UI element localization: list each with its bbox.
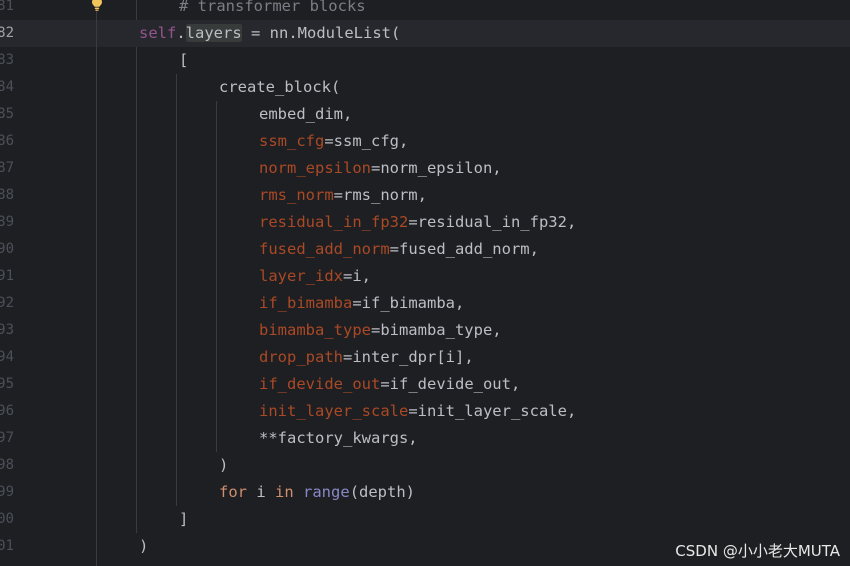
code-line[interactable]: for i in range(depth) [219,479,415,506]
line-number[interactable]: 83 [0,47,14,74]
code-line[interactable]: residual_in_fp32=residual_in_fp32, [259,209,576,236]
indent-guide [136,47,137,533]
code-token: =init_layer_scale, [408,402,577,420]
line-number[interactable]: 81 [0,0,14,20]
line-number[interactable]: 97 [0,425,14,452]
csdn-watermark: CSDN @小小老大MUTA [675,542,840,560]
code-token: =inter_dpr[i], [343,348,474,366]
code-token: =fused_add_norm, [389,240,539,258]
code-line[interactable]: if_bimamba=if_bimamba, [259,290,464,317]
lightbulb-icon[interactable] [90,0,104,12]
code-token: bimamba_type [259,321,371,339]
code-token: =norm_epsilon, [370,159,502,177]
code-token: ) [139,537,149,555]
code-line[interactable]: init_layer_scale=init_layer_scale, [259,398,576,425]
code-token: ) [219,456,229,474]
code-token: init_layer_scale [259,402,409,420]
code-token: **factory_kwargs, [259,429,418,447]
code-token: create_block( [219,78,341,96]
line-number[interactable]: 100 [0,506,14,533]
code-token: =i, [343,267,371,285]
code-token: rms_norm [259,186,334,204]
code-line[interactable]: # transformer blocks [179,0,366,20]
code-line[interactable]: norm_epsilon=norm_epsilon, [259,155,502,182]
code-token: layers [185,24,242,42]
line-number[interactable]: 94 [0,344,14,371]
line-number[interactable]: 89 [0,209,14,236]
line-number[interactable]: 101 [0,533,14,560]
code-token: = nn.ModuleList( [241,24,401,42]
code-token: embed_dim, [259,105,353,123]
line-number[interactable]: 95 [0,371,14,398]
code-token: layer_idx [259,267,343,285]
code-token: residual_in_fp32 [259,213,409,231]
code-line[interactable]: drop_path=inter_dpr[i], [259,344,474,371]
line-number[interactable]: 99 [0,479,14,506]
code-line[interactable]: self.layers = nn.ModuleList( [139,20,400,47]
code-token: (depth) [349,483,416,501]
line-number[interactable]: 82 [0,20,14,47]
code-token: =residual_in_fp32, [408,213,577,231]
indent-guide [216,101,217,452]
code-line[interactable]: ] [179,506,188,533]
code-token: range [303,483,350,501]
code-token: drop_path [259,348,343,366]
code-line[interactable]: ssm_cfg=ssm_cfg, [259,128,408,155]
line-number[interactable]: 98 [0,452,14,479]
code-token: =if_devide_out, [380,375,521,393]
code-token: =bimamba_type, [370,321,502,339]
code-line[interactable]: bimamba_type=bimamba_type, [259,317,502,344]
indent-guide [96,0,97,566]
line-number[interactable]: 85 [0,101,14,128]
code-token: ssm_cfg [259,132,325,150]
code-token: fused_add_norm [259,240,390,258]
code-token: =rms_norm, [333,186,427,204]
code-token: . [176,24,186,42]
line-number[interactable]: 91 [0,263,14,290]
code-token: =if_bimamba, [352,294,465,312]
code-line[interactable]: **factory_kwargs, [259,425,418,452]
line-number[interactable]: 90 [0,236,14,263]
indent-guide [136,0,137,20]
code-token: in [275,483,294,501]
line-number[interactable]: 87 [0,155,14,182]
line-number[interactable]: 92 [0,290,14,317]
code-token: norm_epsilon [259,159,371,177]
code-line[interactable]: layer_idx=i, [259,263,371,290]
code-line[interactable]: ) [139,533,148,560]
current-line-highlight [0,20,850,47]
line-number[interactable]: 86 [0,128,14,155]
code-line[interactable]: fused_add_norm=fused_add_norm, [259,236,539,263]
line-number[interactable]: 96 [0,398,14,425]
code-token: # transformer blocks [179,0,366,15]
code-editor[interactable]: 8182838485868788899091929394959697989910… [0,0,850,566]
line-number[interactable]: 93 [0,317,14,344]
code-token: if_bimamba [259,294,353,312]
indent-guide [176,74,177,506]
code-token: ] [179,510,189,528]
code-line[interactable]: if_devide_out=if_devide_out, [259,371,520,398]
code-token: [ [179,51,189,69]
code-token: for [219,483,247,501]
code-line[interactable]: rms_norm=rms_norm, [259,182,427,209]
code-line[interactable]: [ [179,47,188,74]
code-line[interactable]: ) [219,452,228,479]
line-number[interactable]: 88 [0,182,14,209]
line-number-gutter[interactable]: 8182838485868788899091929394959697989910… [0,0,40,566]
code-line[interactable]: embed_dim, [259,101,352,128]
line-number[interactable]: 84 [0,74,14,101]
code-token: =ssm_cfg, [324,132,409,150]
code-line[interactable]: create_block( [219,74,340,101]
code-token: self [139,24,177,42]
code-token: if_devide_out [259,375,381,393]
code-token: i [247,483,275,501]
